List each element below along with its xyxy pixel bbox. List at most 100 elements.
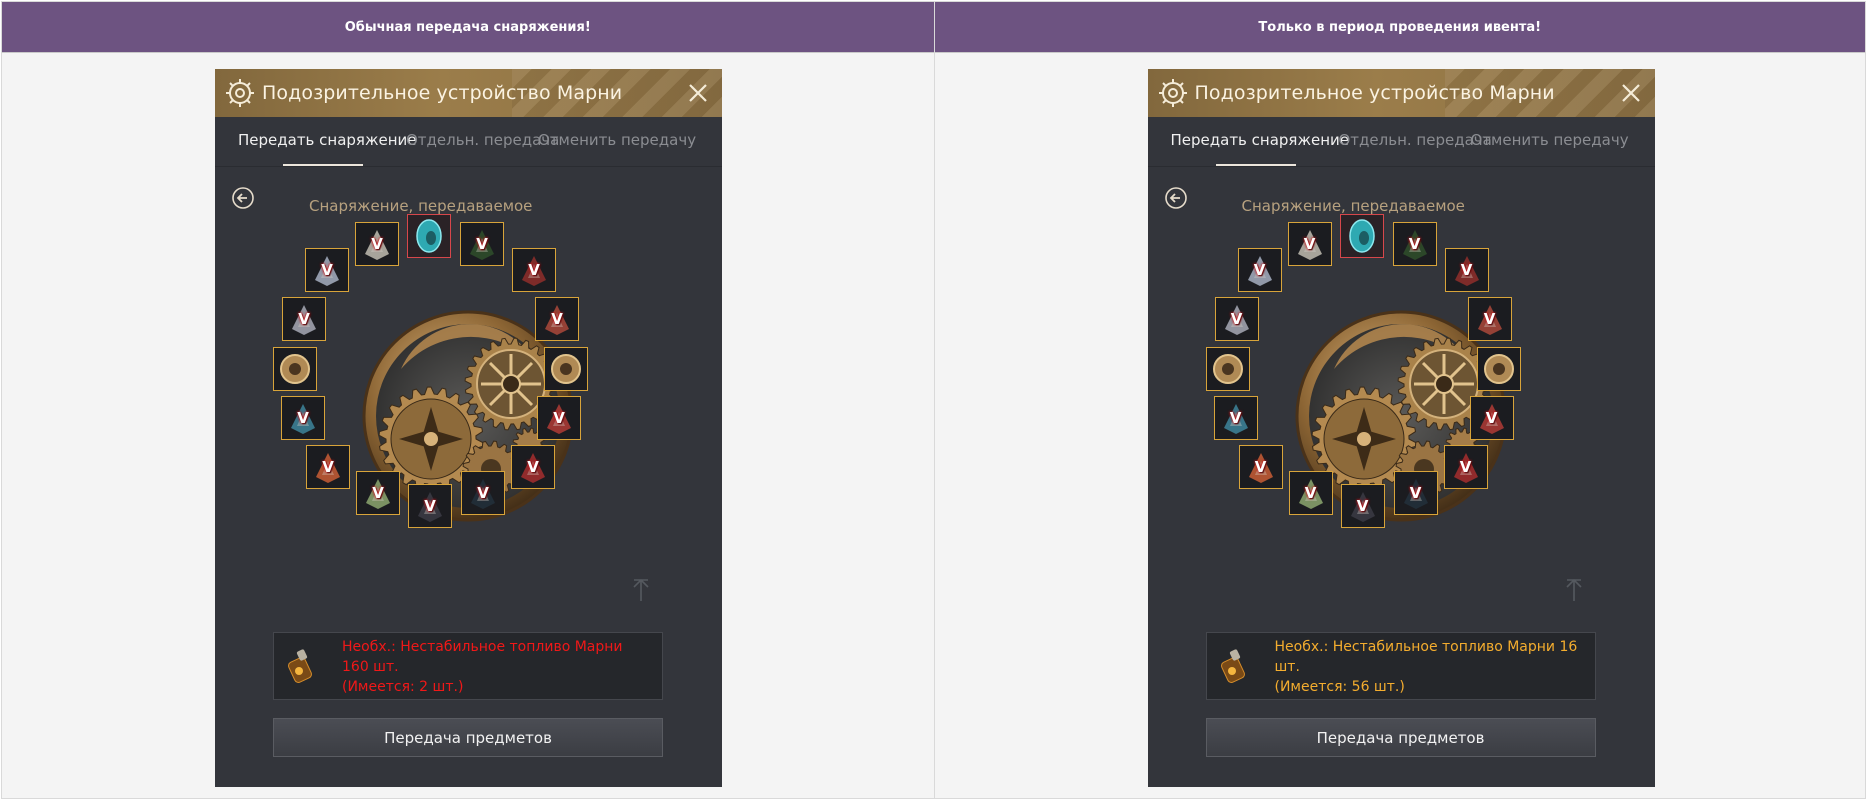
enhancement-badge: V bbox=[1460, 261, 1473, 279]
enhancement-badge: V bbox=[551, 310, 563, 328]
enhancement-badge: V bbox=[371, 235, 383, 253]
slot-helmet[interactable]: V bbox=[355, 222, 399, 266]
active-tab-indicator bbox=[1215, 164, 1296, 166]
ornament-icon bbox=[274, 348, 316, 390]
requirement-line-2: шт. bbox=[1274, 659, 1300, 675]
slot-helmet[interactable]: V bbox=[1287, 222, 1332, 266]
tab-cancel-transfer[interactable]: Отменить передачу bbox=[1471, 131, 1629, 149]
requirement-box: Необх.: Нестабильное топливо Марни 16 шт… bbox=[1205, 632, 1596, 700]
enhancement-badge: V bbox=[322, 458, 334, 476]
tab-separate-transfer[interactable]: Отдельн. передача bbox=[406, 131, 559, 149]
tab-bar: Передать снаряжение Отдельн. передача От… bbox=[1147, 117, 1655, 167]
back-arrow-icon[interactable] bbox=[231, 186, 255, 210]
slot-cannon[interactable]: V bbox=[1340, 484, 1385, 528]
close-icon[interactable] bbox=[686, 81, 710, 105]
enhancement-badge: V bbox=[297, 409, 309, 427]
slot-alchemy-stone[interactable] bbox=[1339, 214, 1384, 258]
slot-leg[interactable]: V bbox=[1288, 471, 1333, 515]
requirement-text: Необх.: Нестабильное топливо Марни 160 ш… bbox=[330, 633, 650, 699]
slot-right-ornament[interactable] bbox=[544, 347, 588, 391]
slot-shoes[interactable]: V bbox=[281, 396, 325, 440]
enhancement-badge: V bbox=[1408, 235, 1421, 253]
slot-alchemy-stone[interactable] bbox=[407, 214, 451, 258]
slot-leg[interactable]: V bbox=[356, 471, 400, 515]
comparison-column-normal: Обычная передача снаряжения! Подозритель… bbox=[2, 2, 934, 798]
window-title: Подозрительное устройство Марни bbox=[1194, 82, 1555, 104]
window-titlebar[interactable]: Подозрительное устройство Марни bbox=[215, 69, 722, 117]
column-header: Обычная передача снаряжения! bbox=[2, 2, 934, 53]
enhancement-badge: V bbox=[527, 458, 539, 476]
slot-gauntlet-right[interactable]: V bbox=[537, 396, 581, 440]
slot-gloves[interactable]: V bbox=[1238, 445, 1283, 489]
enhancement-badge: V bbox=[1485, 409, 1498, 427]
gear-icon bbox=[222, 69, 258, 117]
enhancement-badge: V bbox=[424, 497, 436, 515]
enhancement-badge: V bbox=[1229, 409, 1242, 427]
slot-cannon[interactable]: V bbox=[408, 484, 452, 528]
section-label: Снаряжение, передаваемое bbox=[1241, 197, 1465, 215]
slot-belt[interactable]: V bbox=[1393, 471, 1438, 515]
slot-chest[interactable]: V bbox=[1467, 297, 1512, 341]
requirement-line-3: (Имеется: 2 шт.) bbox=[342, 679, 464, 695]
ornament-icon bbox=[1478, 348, 1520, 390]
slot-gauntlet-right[interactable]: V bbox=[1469, 396, 1514, 440]
arrow-up-icon bbox=[631, 577, 651, 603]
enhancement-badge: V bbox=[1253, 261, 1266, 279]
slot-armor[interactable]: V bbox=[460, 222, 504, 266]
slot-dagger[interactable]: V bbox=[305, 248, 349, 292]
fuel-bottle-icon bbox=[274, 633, 330, 699]
back-arrow-icon[interactable] bbox=[1164, 186, 1188, 210]
slot-right-ornament[interactable] bbox=[1476, 347, 1521, 391]
slot-dagger[interactable]: V bbox=[1237, 248, 1282, 292]
enhancement-badge: V bbox=[1254, 458, 1267, 476]
requirement-line-2: 160 шт. bbox=[342, 659, 399, 675]
tab-cancel-transfer[interactable]: Отменить передачу bbox=[538, 131, 696, 149]
slot-claw[interactable]: V bbox=[1443, 445, 1488, 489]
slot-armor[interactable]: V bbox=[1392, 222, 1437, 266]
enhancement-badge: V bbox=[1303, 235, 1316, 253]
transfer-items-button[interactable]: Передача предметов bbox=[273, 718, 663, 757]
enhancement-badge: V bbox=[372, 484, 384, 502]
slot-belt[interactable]: V bbox=[461, 471, 505, 515]
enhancement-badge: V bbox=[1409, 484, 1422, 502]
tab-transfer-gear[interactable]: Передать снаряжение bbox=[1171, 131, 1349, 149]
tab-transfer-gear[interactable]: Передать снаряжение bbox=[238, 131, 416, 149]
slot-chest[interactable]: V bbox=[535, 297, 579, 341]
gear-icon bbox=[1155, 69, 1191, 117]
window-titlebar[interactable]: Подозрительное устройство Марни bbox=[1147, 69, 1655, 117]
column-header: Только в период проведения ивента! bbox=[934, 2, 1865, 53]
enhancement-badge: V bbox=[553, 409, 565, 427]
tab-separate-transfer[interactable]: Отдельн. передача bbox=[1339, 131, 1492, 149]
enhancement-badge: V bbox=[1483, 310, 1496, 328]
slot-sword[interactable]: V bbox=[1214, 297, 1259, 341]
transfer-items-button[interactable]: Передача предметов bbox=[1205, 718, 1596, 757]
slot-claw[interactable]: V bbox=[511, 445, 555, 489]
arrow-up-icon bbox=[1564, 577, 1584, 603]
marni-device-window: Подозрительное устройство Марни Передать… bbox=[1147, 69, 1655, 787]
slot-gloves[interactable]: V bbox=[306, 445, 350, 489]
enhancement-badge: V bbox=[528, 261, 540, 279]
requirement-text: Необх.: Нестабильное топливо Марни 16 шт… bbox=[1263, 633, 1583, 699]
comparison-column-event: Только в период проведения ивента! Подоз… bbox=[933, 2, 1865, 798]
active-tab-indicator bbox=[283, 164, 363, 166]
enhancement-badge: V bbox=[477, 484, 489, 502]
enhancement-badge: V bbox=[476, 235, 488, 253]
enhancement-badge: V bbox=[1459, 458, 1472, 476]
window-title: Подозрительное устройство Марни bbox=[262, 82, 623, 104]
slot-shoulder[interactable]: V bbox=[1444, 248, 1489, 292]
enhancement-badge: V bbox=[1356, 497, 1369, 515]
ornament-icon bbox=[1207, 348, 1249, 390]
alchemy-stone-icon bbox=[1341, 215, 1383, 257]
alchemy-stone-icon bbox=[408, 215, 450, 257]
slot-left-ornament[interactable] bbox=[1205, 347, 1250, 391]
slot-sword[interactable]: V bbox=[282, 297, 326, 341]
section-label: Снаряжение, передаваемое bbox=[309, 197, 533, 215]
enhancement-badge: V bbox=[298, 310, 310, 328]
slot-shoes[interactable]: V bbox=[1213, 396, 1258, 440]
ornament-icon bbox=[545, 348, 587, 390]
close-icon[interactable] bbox=[1619, 81, 1643, 105]
fuel-bottle-icon bbox=[1207, 633, 1263, 699]
slot-shoulder[interactable]: V bbox=[512, 248, 556, 292]
slot-left-ornament[interactable] bbox=[273, 347, 317, 391]
comparison-panel: Обычная передача снаряжения! Подозритель… bbox=[1, 1, 1866, 799]
